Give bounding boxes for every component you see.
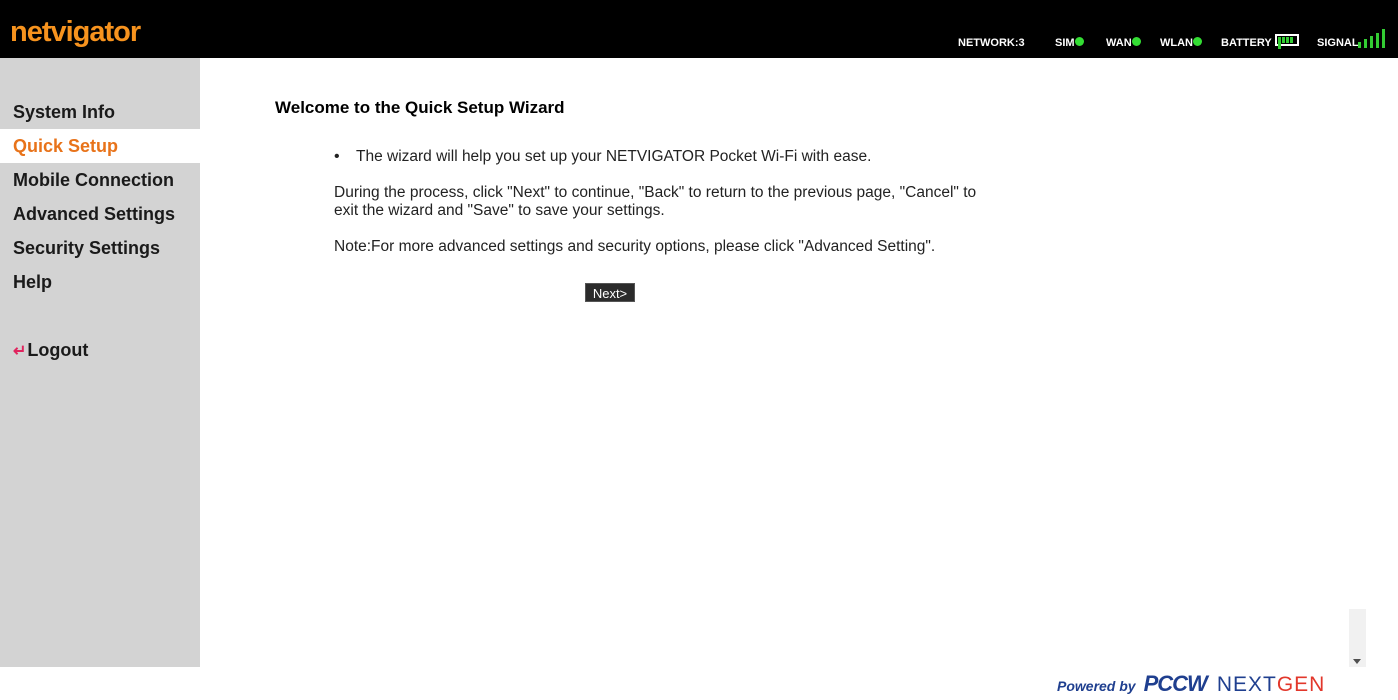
- sidebar-item-help[interactable]: Help: [0, 265, 200, 299]
- signal-status: SIGNAL: [1317, 36, 1359, 50]
- sidebar-item-security-settings[interactable]: Security Settings: [0, 231, 200, 265]
- nextgen-next-text: NEXT: [1216, 673, 1277, 696]
- sidebar-item-mobile-connection[interactable]: Mobile Connection: [0, 163, 200, 197]
- wizard-instructions: During the process, click "Next" to cont…: [334, 184, 977, 219]
- nextgen-gen-text: GEN: [1276, 673, 1326, 696]
- powered-by-text: Powered by: [1057, 678, 1136, 694]
- sidebar-item-system-info[interactable]: System Info: [0, 95, 200, 129]
- network-status: NETWORK:3: [958, 37, 1025, 49]
- sidebar-item-quick-setup[interactable]: Quick Setup: [0, 129, 200, 163]
- wlan-led-icon: [1193, 36, 1202, 46]
- logout-label: Logout: [27, 340, 89, 360]
- pccw-logo: PCCW: [1143, 671, 1208, 696]
- wan-label: WAN: [1106, 37, 1132, 49]
- wan-status: WAN: [1106, 36, 1141, 50]
- status-bar: NETWORK:3 SIM WAN WLAN BATTERY SIGNAL: [0, 34, 1398, 54]
- sidebar-nav: System Info Quick Setup Mobile Connectio…: [0, 58, 200, 667]
- logout-link[interactable]: ↵Logout: [13, 337, 88, 365]
- sim-status: SIM: [1055, 36, 1084, 50]
- signal-label: SIGNAL: [1317, 37, 1359, 49]
- wan-led-icon: [1131, 36, 1141, 46]
- next-button[interactable]: Next>: [585, 283, 635, 302]
- wlan-status: WLAN: [1160, 36, 1202, 50]
- battery-label: BATTERY: [1221, 37, 1272, 49]
- sim-led-icon: [1074, 36, 1084, 46]
- wizard-intro-bullet: The wizard will help you set up your NET…: [334, 148, 994, 166]
- signal-strength-icon: [1358, 28, 1390, 48]
- wizard-note: Note:For more advanced settings and secu…: [334, 238, 936, 255]
- footer-branding: Powered by PCCW NEXTGEN: [1057, 671, 1325, 697]
- battery-icon: [1274, 34, 1299, 50]
- page-title: Welcome to the Quick Setup Wizard: [275, 98, 565, 117]
- nextgen-logo: NEXTGEN: [1217, 673, 1326, 697]
- wlan-label: WLAN: [1160, 37, 1193, 49]
- top-header: netvigator NETWORK:3 SIM WAN WLAN BATTER…: [0, 0, 1398, 58]
- logout-icon: ↵: [13, 343, 27, 360]
- sidebar-item-advanced-settings[interactable]: Advanced Settings: [0, 197, 200, 231]
- wizard-content: The wizard will help you set up your NET…: [334, 148, 994, 256]
- scroll-down-arrow-icon[interactable]: [1353, 659, 1361, 664]
- sim-label: SIM: [1055, 37, 1075, 49]
- vertical-scrollbar[interactable]: [1349, 609, 1366, 667]
- battery-status: BATTERY: [1221, 34, 1299, 50]
